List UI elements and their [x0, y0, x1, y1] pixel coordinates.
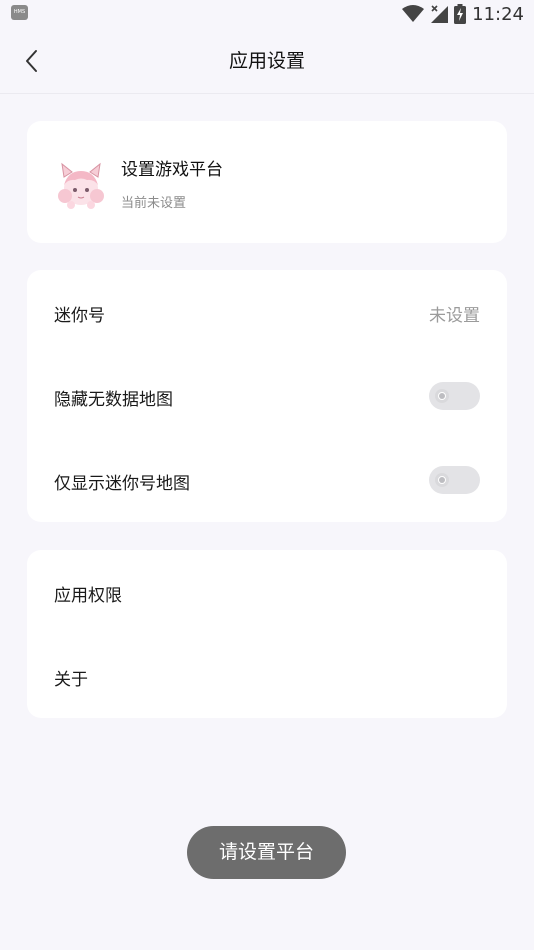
- app-permissions-label: 应用权限: [54, 586, 122, 606]
- mini-id-label: 迷你号: [54, 306, 105, 326]
- clock-time: 11:24: [472, 3, 524, 25]
- about-row[interactable]: 关于: [27, 634, 507, 718]
- status-icons: 11:24: [402, 2, 524, 26]
- map-settings-card: 迷你号 未设置 隐藏无数据地图 仅显示迷你号地图: [27, 270, 507, 522]
- mini-id-row[interactable]: 迷你号 未设置: [27, 270, 507, 354]
- signal-icon: [431, 5, 449, 23]
- game-platform-card[interactable]: 设置游戏平台 当前未设置: [27, 121, 507, 243]
- hide-no-data-maps-toggle[interactable]: [429, 382, 480, 410]
- only-mini-id-maps-toggle[interactable]: [429, 466, 480, 494]
- status-bar: HMS 11:24: [0, 0, 534, 28]
- page-title: 应用设置: [228, 50, 305, 72]
- top-app-bar: 应用设置: [0, 28, 534, 94]
- mini-id-value: 未设置: [429, 306, 480, 326]
- app-notification-icon: HMS: [11, 5, 28, 20]
- hide-no-data-maps-row: 隐藏无数据地图: [27, 354, 507, 438]
- hide-no-data-maps-label: 隐藏无数据地图: [54, 390, 173, 410]
- platform-avatar-icon: [58, 162, 104, 209]
- platform-status: 当前未设置: [121, 196, 187, 211]
- battery-charging-icon: [454, 4, 467, 24]
- about-label: 关于: [54, 670, 88, 690]
- app-info-card: 应用权限 关于: [27, 550, 507, 718]
- app-permissions-row[interactable]: 应用权限: [27, 550, 507, 634]
- only-mini-id-maps-label: 仅显示迷你号地图: [54, 474, 190, 494]
- wifi-icon: [402, 5, 425, 22]
- only-mini-id-maps-row: 仅显示迷你号地图: [27, 438, 507, 522]
- platform-title: 设置游戏平台: [121, 160, 223, 180]
- toast-message: 请设置平台: [187, 826, 346, 879]
